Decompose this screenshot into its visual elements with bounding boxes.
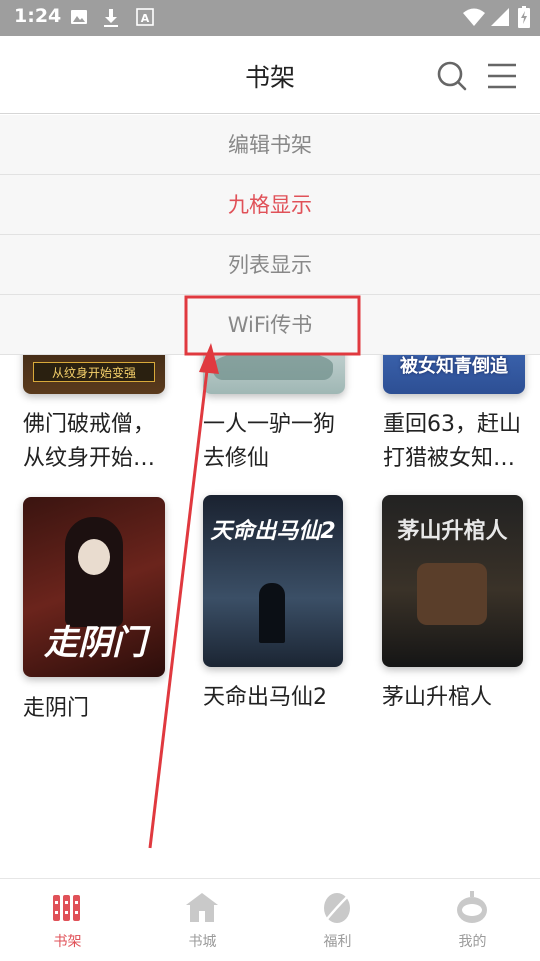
book-title-line: 茅山升棺人	[382, 685, 493, 710]
book-title[interactable]: 茅山升棺人	[382, 681, 532, 715]
tab-welfare[interactable]: 福利	[270, 879, 405, 961]
battery-icon	[518, 6, 530, 28]
book-title-line: 天命出马仙2	[203, 685, 327, 710]
book-cover[interactable]: 走阴门	[23, 497, 165, 677]
book-title-line: 走阴门	[23, 696, 90, 721]
bottom-tab-bar: 书架 书城 福利 我的	[0, 878, 540, 960]
book-title[interactable]: 天命出马仙2	[203, 681, 363, 715]
tab-profile[interactable]: 我的	[405, 879, 540, 961]
cover-title-text: 走阴门	[44, 623, 146, 663]
cover-title-text: 从纹身开始变强	[33, 362, 155, 382]
menu-icon[interactable]	[482, 56, 522, 96]
book-title[interactable]: 重回63，赶山 打猎被女知…	[383, 408, 533, 476]
tab-label: 福利	[323, 934, 352, 950]
tab-bookshelf[interactable]: 书架	[0, 879, 135, 961]
search-icon[interactable]	[432, 56, 472, 96]
font-icon: A	[136, 8, 154, 26]
wifi-icon	[463, 8, 485, 26]
book-cover[interactable]: 茅山升棺人	[382, 495, 523, 667]
profile-icon	[457, 891, 487, 923]
cover-coffin	[417, 563, 487, 625]
app-header: 书架	[0, 36, 540, 114]
menu-item-grid-view[interactable]: 九格显示	[0, 175, 540, 235]
dropdown-menu: 编辑书架 九格显示 列表显示 WiFi传书	[0, 115, 540, 355]
book-title[interactable]: 一人一驴一狗 去修仙	[203, 408, 373, 476]
tab-label: 书架	[53, 934, 82, 950]
bookstore-icon	[186, 893, 218, 922]
menu-item-edit-shelf[interactable]: 编辑书架	[0, 115, 540, 175]
book-title-line: 从纹身开始…	[23, 446, 156, 471]
status-bar: 1:24 A	[0, 0, 540, 36]
signal-icon	[491, 8, 509, 26]
image-icon	[71, 10, 87, 24]
book-title[interactable]: 佛门破戒僧， 从纹身开始…	[23, 408, 193, 476]
svg-text:A: A	[141, 12, 150, 25]
cover-title-text: 天命出马仙2	[210, 519, 336, 544]
welfare-icon	[324, 893, 350, 923]
tab-label: 书城	[188, 934, 217, 950]
book-title-line: 重回63，赶山	[383, 412, 521, 437]
book-title-line: 打猎被女知…	[383, 446, 516, 471]
bookshelf-icon	[53, 895, 80, 921]
book-title-line: 一人一驴一狗	[203, 412, 336, 437]
tab-label: 我的	[458, 934, 487, 950]
cover-title-text: 茅山升棺人	[397, 519, 508, 544]
tab-bookstore[interactable]: 书城	[135, 879, 270, 961]
menu-item-list-view[interactable]: 列表显示	[0, 235, 540, 295]
book-cover[interactable]: 天命出马仙2	[203, 495, 343, 667]
menu-item-wifi-transfer[interactable]: WiFi传书	[0, 295, 540, 355]
cover-figure-face	[78, 539, 110, 575]
cover-figure	[259, 583, 285, 643]
status-time: 1:24	[14, 5, 62, 27]
download-icon	[104, 9, 118, 27]
cover-title-text: 被女知青倒追	[400, 356, 508, 377]
book-title-line: 佛门破戒僧，	[23, 412, 156, 437]
book-title[interactable]: 走阴门	[23, 692, 183, 726]
book-title-line: 去修仙	[203, 446, 270, 471]
